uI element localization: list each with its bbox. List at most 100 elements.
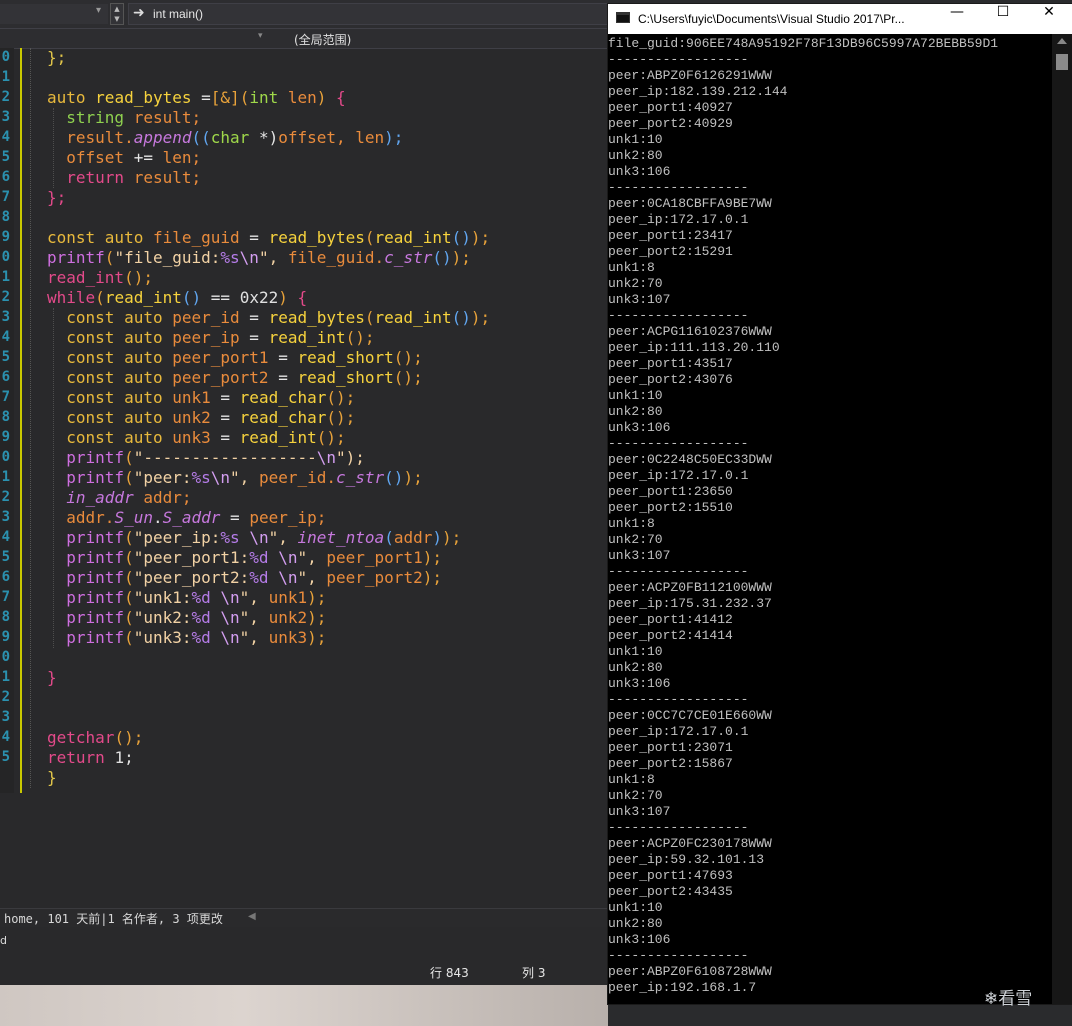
chevron-down-icon[interactable]: ▾: [96, 5, 101, 16]
code-token: ",: [239, 588, 269, 607]
close-button[interactable]: ✕: [1026, 4, 1072, 34]
code-token: read_int: [374, 308, 452, 327]
scroll-up-icon[interactable]: [1057, 38, 1067, 44]
code-line[interactable]: string result;: [47, 108, 201, 128]
code-line[interactable]: const auto unk1 = read_char();: [47, 388, 355, 408]
code-line[interactable]: printf("unk2:%d \n", unk2);: [47, 608, 326, 628]
line-number: 9: [1, 429, 10, 445]
code-token: unk1: [172, 388, 221, 407]
code-line[interactable]: printf("peer_ip:%s \n", inet_ntoa(addr))…: [47, 528, 461, 548]
project-dropdown[interactable]: [0, 4, 108, 24]
code-token: "peer_port1:: [133, 548, 250, 567]
console-scrollbar[interactable]: [1052, 34, 1072, 1004]
code-token: read_char: [239, 408, 327, 427]
code-token: ();: [114, 728, 144, 747]
code-line[interactable]: auto read_bytes =[&](int len) {: [47, 88, 346, 108]
console-title-bar[interactable]: C:\Users\fuyic\Documents\Visual Studio 2…: [608, 4, 1072, 34]
scrollbar-thumb[interactable]: [1056, 54, 1068, 70]
chevron-down-icon[interactable]: ▾: [258, 31, 263, 41]
console-window: C:\Users\fuyic\Documents\Visual Studio 2…: [608, 4, 1072, 1004]
code-line[interactable]: getchar();: [47, 728, 143, 748]
code-token: ): [278, 288, 298, 307]
watermark: ❄看雪: [984, 989, 1033, 1009]
minimize-button[interactable]: —: [934, 4, 980, 34]
blame-info[interactable]: home, 101 天前|1 名作者, 3 项更改: [4, 910, 223, 927]
code-line[interactable]: while(read_int() == 0x22) {: [47, 288, 307, 308]
code-token: unk1: [268, 588, 308, 607]
code-line[interactable]: printf("peer_port1:%d \n", peer_port1);: [47, 548, 442, 568]
code-token: const auto: [47, 328, 173, 347]
code-line[interactable]: read_int();: [47, 268, 153, 288]
line-indicator[interactable]: 行 843: [430, 964, 469, 981]
code-token: (: [364, 308, 375, 327]
code-line[interactable]: printf("peer:%s\n", peer_id.c_str());: [47, 468, 422, 488]
code-line[interactable]: const auto unk3 = read_int();: [47, 428, 345, 448]
code-line[interactable]: const auto file_guid = read_bytes(read_i…: [47, 228, 490, 248]
console-line: unk3:107: [608, 548, 671, 563]
code-token: %d: [249, 548, 279, 567]
code-token: );: [307, 628, 327, 647]
code-line[interactable]: printf("peer_port2:%d \n", peer_port2);: [47, 568, 442, 588]
console-output[interactable]: file_guid:906EE748A95192F78F13DB96C5997A…: [608, 34, 1052, 1004]
line-number: 0: [1, 249, 10, 265]
member-dropdown[interactable]: ➜ int main(): [128, 3, 608, 25]
code-line[interactable]: };: [47, 188, 66, 208]
code-line[interactable]: const auto unk2 = read_char();: [47, 408, 355, 428]
code-token: peer_port1: [326, 548, 423, 567]
code-token: ==: [210, 288, 240, 307]
code-line[interactable]: return result;: [47, 168, 201, 188]
split-spinner[interactable]: ▲ ▼: [110, 3, 124, 25]
code-token: ();: [326, 408, 356, 427]
code-token: 0x22: [239, 288, 279, 307]
watermark-text: 看雪: [998, 989, 1033, 1009]
line-number: 8: [1, 209, 10, 225]
code-token: read_bytes: [268, 308, 365, 327]
line-number: 1: [1, 469, 10, 485]
code-line[interactable]: printf("unk3:%d \n", unk3);: [47, 628, 326, 648]
code-line[interactable]: }: [47, 668, 57, 688]
code-token: (): [384, 468, 404, 487]
code-line[interactable]: in_addr addr;: [47, 488, 191, 508]
code-editor: ▾ ▲ ▼ ➜ int main() ▾ (全局范围) 0 1 2 3 4 5 6 7 8 9 0 1 2…: [0, 0, 608, 1026]
code-token: peer_port2: [326, 568, 423, 587]
code-token: (: [124, 588, 134, 607]
scope-bar[interactable]: ▾ (全局范围): [0, 29, 608, 49]
code-token: read_int: [47, 268, 125, 287]
console-line: peer_port1:41412: [608, 612, 733, 627]
code-line[interactable]: return 1;: [47, 748, 134, 768]
code-token: \n: [220, 588, 240, 607]
code-line[interactable]: const auto peer_port2 = read_short();: [47, 368, 422, 388]
console-line: peer_ip:182.139.212.144: [608, 84, 788, 99]
scroll-left-icon[interactable]: ◀: [248, 911, 256, 922]
maximize-button[interactable]: ☐: [980, 4, 1026, 34]
console-line: ------------------: [608, 692, 749, 707]
code-line[interactable]: const auto peer_port1 = read_short();: [47, 348, 422, 368]
code-line[interactable]: printf("------------------\n");: [47, 448, 365, 468]
navigation-bar: ▾ ▲ ▼ ➜ int main(): [0, 0, 608, 29]
code-token: int: [249, 88, 288, 107]
console-line: file_guid:906EE748A95192F78F13DB96C5997A…: [608, 36, 999, 51]
outline-guide: [30, 48, 31, 788]
code-line[interactable]: printf("file_guid:%s\n", file_guid.c_str…: [47, 248, 471, 268]
code-line[interactable]: printf("unk1:%d \n", unk1);: [47, 588, 326, 608]
code-token: \n: [220, 628, 240, 647]
code-token: \n: [220, 608, 240, 627]
code-line[interactable]: const auto peer_ip = read_int();: [47, 328, 374, 348]
code-token: const auto: [47, 308, 173, 327]
code-line[interactable]: addr.S_un.S_addr = peer_ip;: [47, 508, 326, 528]
line-number: 8: [1, 409, 10, 425]
code-token: (: [124, 568, 134, 587]
code-line[interactable]: offset += len;: [47, 148, 201, 168]
code-token: read_short: [297, 348, 394, 367]
column-indicator[interactable]: 列 3: [522, 964, 545, 981]
code-line[interactable]: const auto peer_id = read_bytes(read_int…: [47, 308, 490, 328]
console-line: peer_port2:15291: [608, 244, 733, 259]
console-line: unk1:8: [608, 772, 655, 787]
console-line: peer_port1:23650: [608, 484, 733, 499]
console-line: unk1:10: [608, 388, 663, 403]
code-line[interactable]: }: [47, 768, 57, 788]
code-token: "------------------: [133, 448, 317, 467]
console-line: peer_ip:172.17.0.1: [608, 468, 749, 483]
code-line[interactable]: };: [47, 48, 66, 68]
code-line[interactable]: result.append((char *)offset, len);: [47, 128, 403, 148]
